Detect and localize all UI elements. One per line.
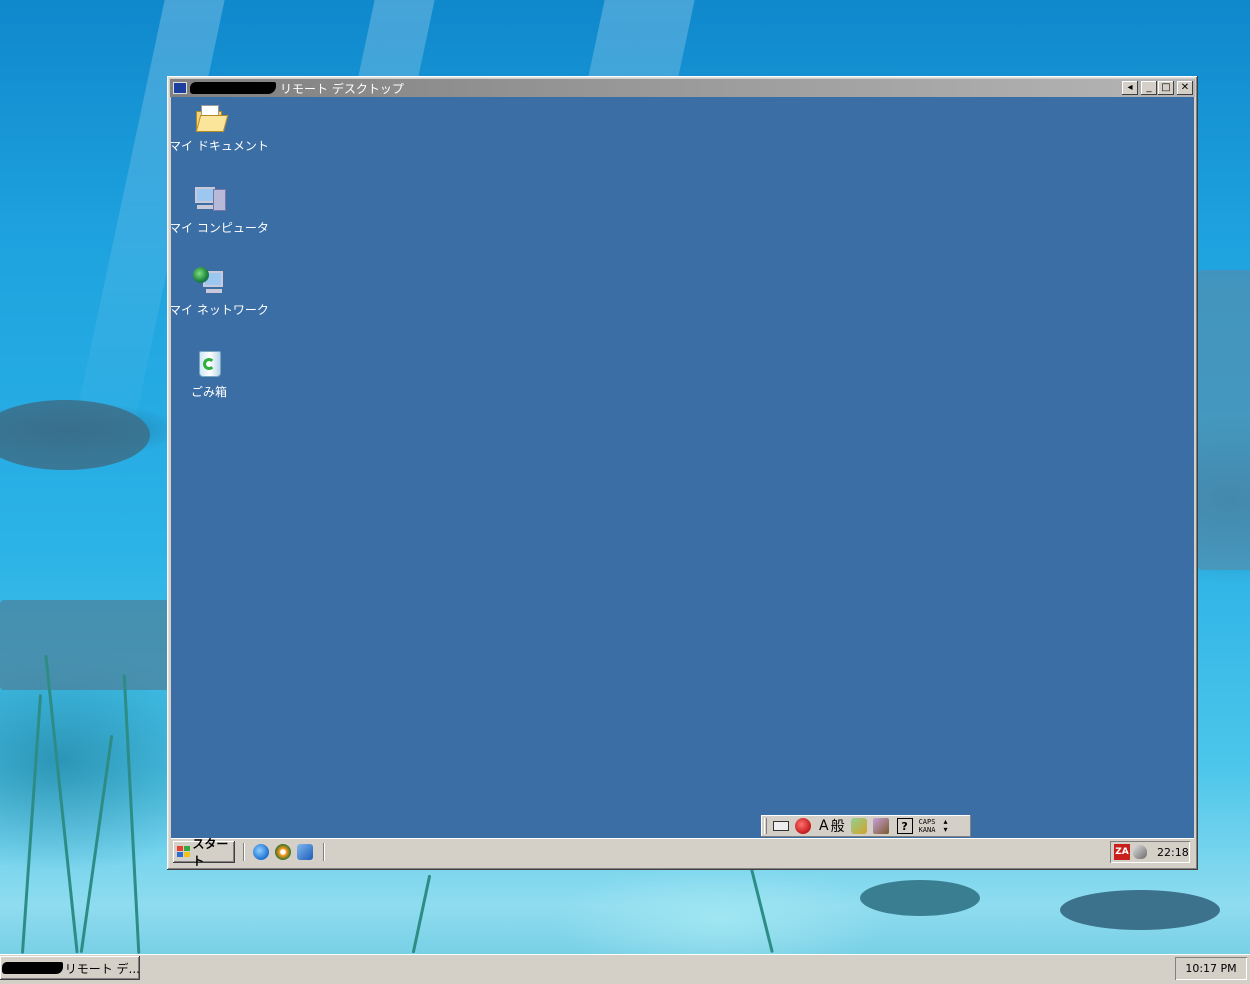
- remote-clock[interactable]: 22:18: [1157, 846, 1189, 859]
- network-icon: [193, 265, 225, 297]
- ime-pad-icon[interactable]: [872, 818, 889, 834]
- taskbar-separator: [243, 843, 245, 861]
- window-title: リモート デスクトップ: [280, 81, 404, 96]
- media-player-icon[interactable]: [275, 844, 291, 860]
- recycle-bin-icon: [193, 347, 225, 379]
- desktop-icon-my-network[interactable]: マイ ネットワーク: [171, 265, 269, 318]
- folder-icon: [193, 101, 229, 133]
- input-mode-button[interactable]: A: [819, 818, 829, 834]
- scroll-left-button[interactable]: ◂: [1122, 81, 1138, 95]
- taskbar-item-label: リモート デ...: [64, 961, 140, 976]
- wallpaper-whale: [0, 400, 150, 470]
- host-taskbar: リモート デ... 10:17 PM: [0, 954, 1250, 984]
- desktop-icon-my-computer[interactable]: マイ コンピュータ: [171, 183, 269, 236]
- caps-indicator: CAPS: [918, 818, 936, 826]
- redacted-hostname: [2, 962, 63, 974]
- close-button[interactable]: ✕: [1177, 81, 1193, 95]
- shield-icon[interactable]: [1133, 845, 1147, 859]
- internet-explorer-icon[interactable]: [253, 844, 269, 860]
- windows-logo-icon: [177, 846, 190, 858]
- language-bar-options-icon[interactable]: ▴ ▾: [943, 818, 947, 834]
- wallpaper-seaweed: [411, 874, 432, 954]
- remote-taskbar: スタート ZA 22:18: [171, 837, 1194, 866]
- zonealarm-icon[interactable]: ZA: [1114, 844, 1130, 860]
- desktop-icon-label: マイ コンピュータ: [171, 221, 269, 235]
- caption-buttons: ◂ _ □ ✕: [1121, 81, 1193, 95]
- keyboard-icon[interactable]: [773, 821, 789, 831]
- desktop-icon-label: マイ ネットワーク: [171, 303, 269, 317]
- taskbar-separator: [323, 843, 325, 861]
- wallpaper-shipwreck: [0, 600, 170, 690]
- remote-desktop-icon[interactable]: [173, 82, 187, 94]
- start-label: スタート: [192, 837, 229, 866]
- remote-desktop-window[interactable]: リモート デスクトップ ◂ _ □ ✕ マイ ドキュメント マイ コンピュータ …: [167, 76, 1198, 870]
- wallpaper-seaweed: [20, 694, 43, 954]
- desktop-icon-recycle-bin[interactable]: ごみ箱: [171, 347, 249, 400]
- system-tray: ZA 22:18: [1110, 841, 1190, 863]
- desktop-icon-label: マイ ドキュメント: [171, 139, 269, 153]
- redacted-hostname: [190, 82, 276, 94]
- window-titlebar[interactable]: リモート デスクトップ ◂ _ □ ✕: [170, 79, 1195, 97]
- desktop-icon-label: ごみ箱: [190, 385, 227, 399]
- start-button[interactable]: スタート: [173, 837, 235, 866]
- desktop-icon-my-documents[interactable]: マイ ドキュメント: [171, 101, 269, 154]
- wallpaper-shipwreck: [1198, 270, 1250, 570]
- wallpaper-seaweed: [44, 654, 79, 954]
- help-icon[interactable]: ?: [896, 818, 913, 834]
- outlook-express-icon[interactable]: [297, 844, 313, 860]
- caps-kana-indicator: CAPS KANA: [919, 818, 936, 834]
- wallpaper-fish: [860, 880, 980, 916]
- computer-icon: [193, 183, 226, 215]
- ime-mode-button[interactable]: 般: [831, 816, 845, 836]
- wallpaper-seaweed: [749, 864, 774, 954]
- ime-icon[interactable]: [795, 818, 811, 834]
- wallpaper-seaweed: [122, 674, 141, 954]
- taskbar-item-remote-desktop[interactable]: リモート デ...: [0, 956, 140, 980]
- host-clock[interactable]: 10:17 PM: [1185, 962, 1236, 975]
- minimize-button[interactable]: _: [1141, 81, 1157, 95]
- wallpaper-fish: [1060, 890, 1220, 930]
- maximize-button[interactable]: □: [1158, 81, 1174, 95]
- language-bar-grip[interactable]: [764, 818, 767, 834]
- kana-indicator: KANA: [918, 826, 936, 834]
- remote-desktop-screen[interactable]: マイ ドキュメント マイ コンピュータ マイ ネットワーク ごみ箱 A 般 ? …: [171, 97, 1194, 866]
- language-bar[interactable]: A 般 ? CAPS KANA ▴ ▾: [761, 815, 971, 837]
- host-system-tray: 10:17 PM: [1175, 957, 1247, 980]
- wallpaper-seaweed: [79, 734, 114, 954]
- ime-tools-icon[interactable]: [850, 818, 867, 834]
